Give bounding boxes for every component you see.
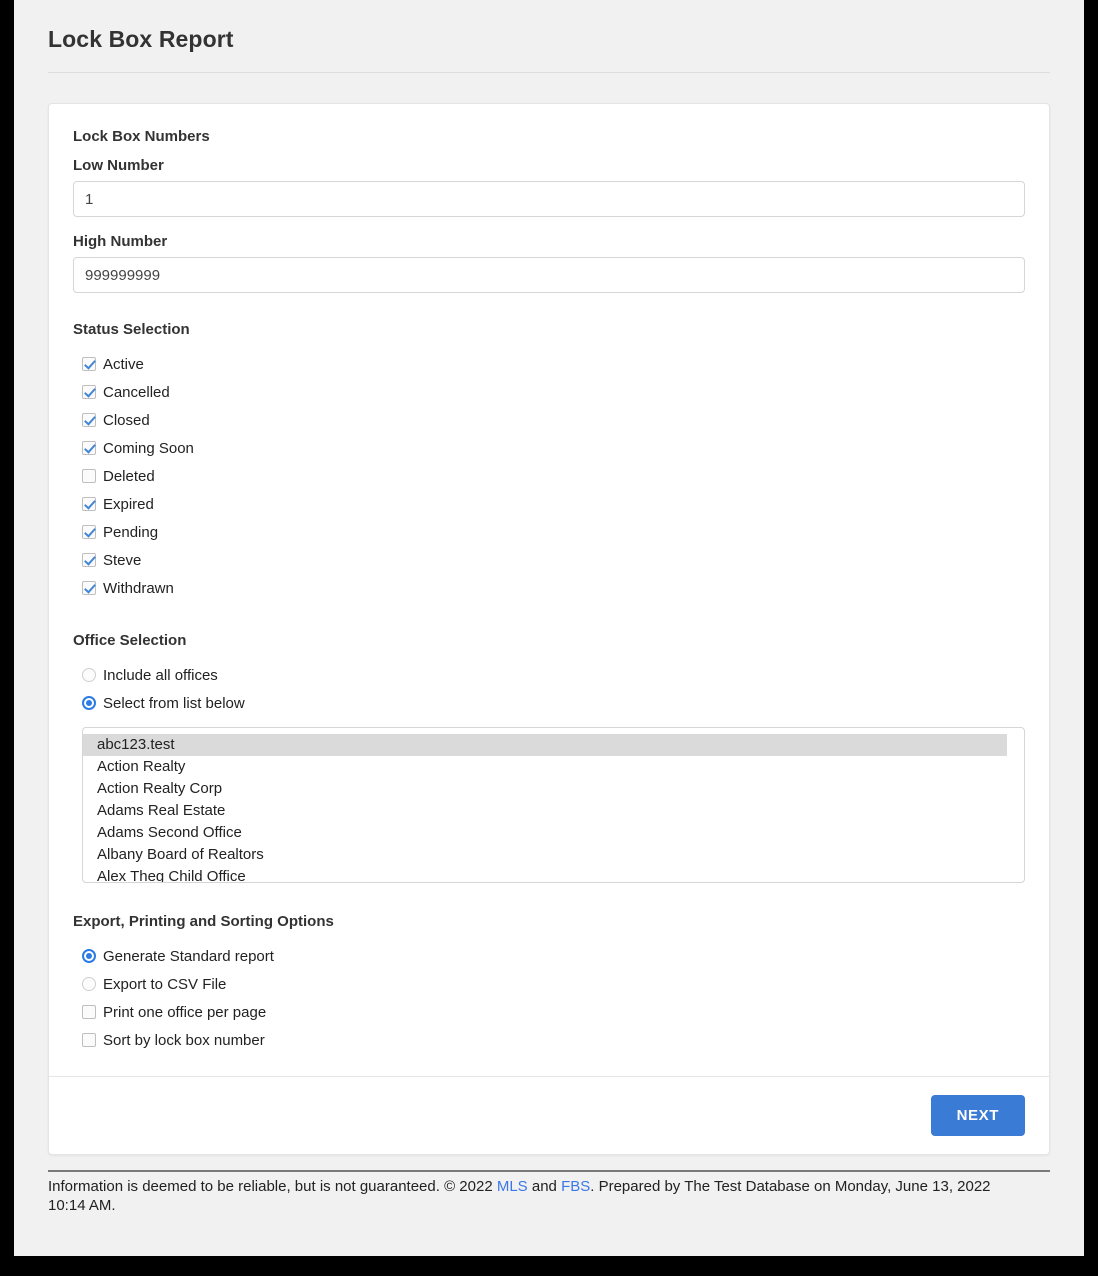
checkbox-icon[interactable]: [82, 525, 96, 539]
status-option-label: Cancelled: [103, 383, 170, 401]
status-option-label: Deleted: [103, 467, 155, 485]
status-option-closed[interactable]: Closed: [73, 406, 1025, 434]
office-option-include-all[interactable]: Include all offices: [73, 661, 1025, 689]
fbs-link[interactable]: FBS: [561, 1178, 590, 1195]
list-item[interactable]: Alex Theg Child Office: [83, 866, 1007, 882]
footer-text-between: and: [527, 1178, 562, 1195]
export-option-standard-report[interactable]: Generate Standard report: [73, 942, 1025, 970]
list-item[interactable]: abc123.test: [83, 734, 1007, 756]
checkbox-icon[interactable]: [82, 581, 96, 595]
list-item[interactable]: Adams Real Estate: [83, 800, 1007, 822]
export-option-label: Sort by lock box number: [103, 1031, 265, 1049]
status-option-label: Active: [103, 355, 144, 373]
status-checkbox-group: Active Cancelled Closed Coming Soon Dele…: [73, 350, 1025, 602]
list-item[interactable]: Action Realty: [83, 756, 1007, 778]
checkbox-icon[interactable]: [82, 413, 96, 427]
radio-icon[interactable]: [82, 949, 96, 963]
radio-icon[interactable]: [82, 977, 96, 991]
checkbox-icon[interactable]: [82, 441, 96, 455]
status-option-label: Withdrawn: [103, 579, 174, 597]
checkbox-icon[interactable]: [82, 497, 96, 511]
export-option-label: Export to CSV File: [103, 975, 227, 993]
export-options-heading: Export, Printing and Sorting Options: [73, 913, 334, 930]
export-option-label: Generate Standard report: [103, 947, 274, 965]
status-option-active[interactable]: Active: [73, 350, 1025, 378]
status-option-label: Pending: [103, 523, 159, 541]
status-option-withdrawn[interactable]: Withdrawn: [73, 574, 1025, 602]
status-option-coming-soon[interactable]: Coming Soon: [73, 434, 1025, 462]
form-body: Lock Box Numbers Low Number High Number …: [49, 104, 1049, 1076]
high-number-label: High Number: [73, 233, 168, 250]
office-list-box[interactable]: abc123.test Action Realty Action Realty …: [82, 727, 1025, 883]
status-option-expired[interactable]: Expired: [73, 490, 1025, 518]
list-item[interactable]: Albany Board of Realtors: [83, 844, 1007, 866]
office-option-label: Select from list below: [103, 694, 245, 712]
low-number-input[interactable]: [73, 181, 1025, 217]
card-footer: NEXT: [49, 1076, 1049, 1154]
low-number-label: Low Number: [73, 157, 164, 174]
checkbox-icon[interactable]: [82, 385, 96, 399]
radio-icon[interactable]: [82, 668, 96, 682]
status-option-label: Expired: [103, 495, 154, 513]
high-number-field-block: High Number: [73, 233, 1025, 293]
export-options-group: Generate Standard report Export to CSV F…: [73, 942, 1025, 1054]
export-option-sort-by-lock-box-number[interactable]: Sort by lock box number: [73, 1026, 1025, 1054]
export-option-label: Print one office per page: [103, 1003, 267, 1021]
list-item[interactable]: Adams Second Office: [83, 822, 1007, 844]
report-form-card: Lock Box Numbers Low Number High Number …: [48, 103, 1050, 1155]
page-title: Lock Box Report: [48, 26, 234, 52]
checkbox-icon[interactable]: [82, 1005, 96, 1019]
status-option-steve[interactable]: Steve: [73, 546, 1025, 574]
checkbox-icon[interactable]: [82, 1033, 96, 1047]
mls-link[interactable]: MLS: [497, 1178, 528, 1195]
footer-disclaimer: Information is deemed to be reliable, bu…: [48, 1177, 1003, 1215]
checkbox-icon[interactable]: [82, 357, 96, 371]
checkbox-icon[interactable]: [82, 469, 96, 483]
checkbox-icon[interactable]: [82, 553, 96, 567]
radio-icon[interactable]: [82, 696, 96, 710]
export-option-print-one-office-per-page[interactable]: Print one office per page: [73, 998, 1025, 1026]
low-number-field-block: Low Number: [73, 157, 1025, 217]
footer-text-before: Information is deemed to be reliable, bu…: [48, 1178, 497, 1195]
status-option-label: Coming Soon: [103, 439, 194, 457]
next-button[interactable]: NEXT: [930, 1095, 1025, 1136]
office-selection-heading: Office Selection: [73, 632, 187, 649]
status-option-label: Steve: [103, 551, 142, 569]
export-option-csv[interactable]: Export to CSV File: [73, 970, 1025, 998]
list-item[interactable]: Action Realty Corp: [83, 778, 1007, 800]
lock-box-numbers-heading: Lock Box Numbers: [73, 128, 210, 145]
status-option-cancelled[interactable]: Cancelled: [73, 378, 1025, 406]
status-option-label: Closed: [103, 411, 150, 429]
office-option-select-from-list[interactable]: Select from list below: [73, 689, 1025, 717]
status-selection-heading: Status Selection: [73, 321, 190, 338]
title-divider: [48, 72, 1050, 73]
office-selection-radio-group: Include all offices Select from list bel…: [73, 661, 1025, 717]
high-number-input[interactable]: [73, 257, 1025, 293]
status-option-deleted[interactable]: Deleted: [73, 462, 1025, 490]
report-page: Lock Box Report Lock Box Numbers Low Num…: [14, 0, 1084, 1256]
page-footer: Information is deemed to be reliable, bu…: [48, 1170, 1050, 1215]
status-option-pending[interactable]: Pending: [73, 518, 1025, 546]
office-option-label: Include all offices: [103, 666, 218, 684]
